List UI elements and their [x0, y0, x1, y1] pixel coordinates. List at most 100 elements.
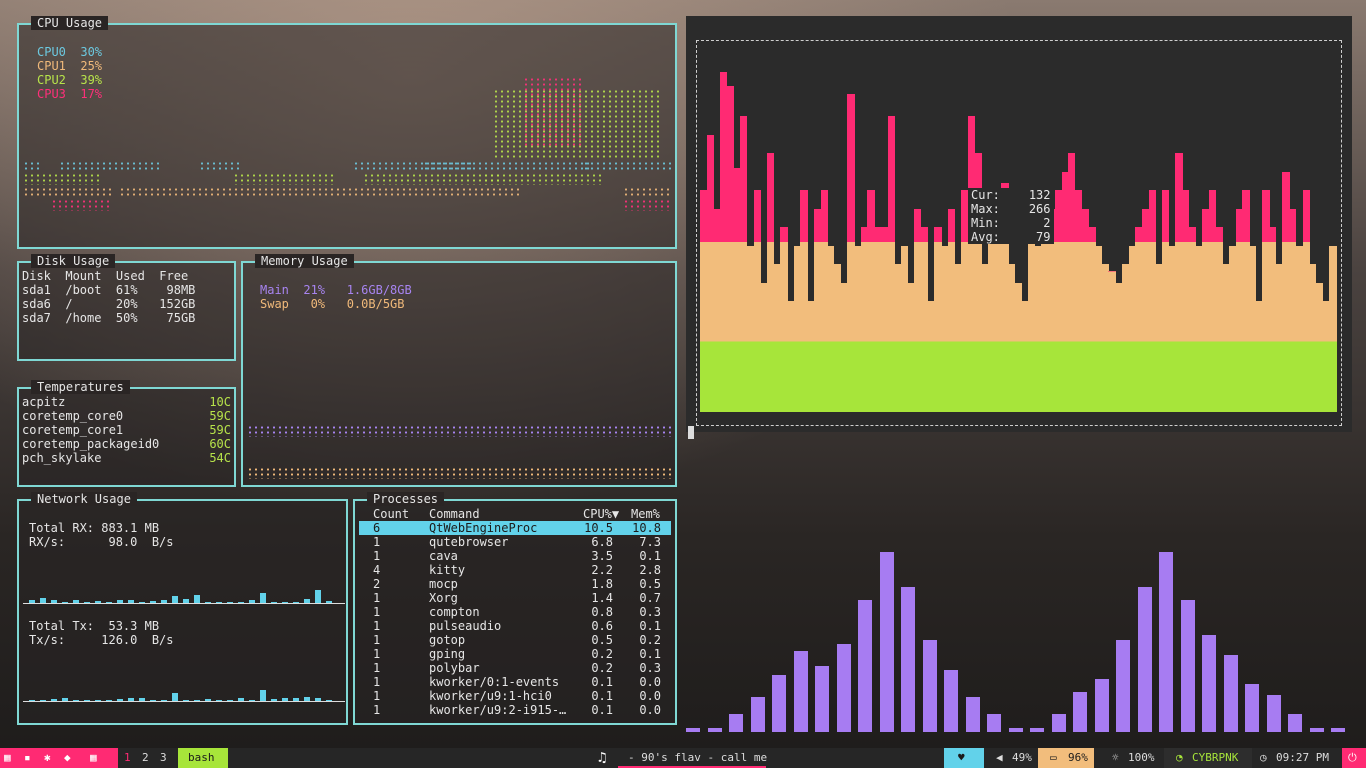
process-count: 6: [373, 521, 381, 535]
process-mem: 0.2: [639, 633, 661, 647]
cava-bar: [1180, 600, 1195, 732]
bluetooth-icon[interactable]: ✱: [44, 748, 51, 768]
process-mem: 0.3: [639, 605, 661, 619]
cpu-panel-title: CPU Usage: [31, 16, 109, 30]
memory-swap: Swap 0% 0.0B/5GB: [260, 297, 405, 311]
process-count: 2: [373, 577, 381, 591]
header-cpu[interactable]: CPU%▼: [583, 507, 619, 521]
spark-bar: [216, 602, 222, 603]
spark-bar: [150, 600, 156, 603]
cpu-histogram-panel: Cur: 132 Max: 266 Min: 2 Avg: 79: [686, 16, 1352, 439]
grid-icon[interactable]: ▦: [4, 748, 11, 768]
process-command: pulseaudio: [429, 619, 502, 633]
spark-bar: [51, 599, 57, 603]
process-row[interactable]: 1 gotop 0.5 0.2: [359, 633, 671, 647]
process-mem: 10.8: [632, 521, 661, 535]
temperature-value: 54C: [209, 451, 231, 465]
workspace-1[interactable]: 1: [124, 748, 131, 768]
cpu-panel: CPU Usage CPU0 30% CPU1 25% CPU2 39% CPU…: [17, 16, 677, 249]
process-command: kworker/0:1-events: [429, 675, 560, 689]
spark-bar: [249, 700, 255, 701]
brightness-icon[interactable]: ☼: [1112, 748, 1119, 768]
spark-bar: [139, 698, 145, 701]
spark-bar: [304, 696, 310, 701]
memory-panel-title: Memory Usage: [255, 254, 354, 268]
process-row[interactable]: 1 kworker/0:1-events 0.1 0.0: [359, 675, 671, 689]
temperature-sensor: coretemp_core0: [22, 409, 124, 423]
cava-bar: [1008, 727, 1023, 732]
process-row[interactable]: 1 gping 0.2 0.1: [359, 647, 671, 661]
header-command[interactable]: Command: [429, 507, 480, 521]
temperature-value: 60C: [209, 437, 231, 451]
spark-bar: [161, 599, 167, 603]
process-count: 1: [373, 591, 381, 605]
volume-value[interactable]: 49%: [1012, 748, 1032, 768]
brightness-value[interactable]: 100%: [1128, 748, 1155, 768]
cava-bar: [686, 727, 700, 732]
process-row[interactable]: 1 pulseaudio 0.6 0.1: [359, 619, 671, 633]
workspace-2[interactable]: 2: [142, 748, 149, 768]
histogram-stats: Cur: 132 Max: 266 Min: 2 Avg: 79: [968, 188, 1054, 244]
process-row[interactable]: 1 kworker/u9:1-hci0 0.1 0.0: [359, 689, 671, 703]
cava-bar: [1331, 727, 1345, 732]
wifi-menu-icon[interactable]: ◆: [64, 748, 71, 768]
process-row[interactable]: 2 mocp 1.8 0.5: [359, 577, 671, 591]
process-cpu: 0.6: [591, 619, 613, 633]
spark-bar: [29, 700, 35, 701]
process-row[interactable]: 1 compton 0.8 0.3: [359, 605, 671, 619]
temperature-value: 10C: [209, 395, 231, 409]
process-cpu: 10.5: [584, 521, 613, 535]
header-count[interactable]: Count: [373, 507, 409, 521]
cpu1-label: CPU1 25%: [37, 59, 103, 73]
workspace-3[interactable]: 3: [160, 748, 167, 768]
spark-bar: [282, 698, 288, 701]
cava-bar: [729, 714, 743, 732]
process-cpu: 2.2: [591, 563, 613, 577]
process-row[interactable]: 1 kworker/u9:2-i915-… 0.1 0.0: [359, 703, 671, 717]
process-row[interactable]: 1 qutebrowser 6.8 7.3: [359, 535, 671, 549]
process-row[interactable]: 1 cava 3.5 0.1: [359, 549, 671, 563]
spark-bar: [172, 692, 178, 701]
process-command: Xorg: [429, 591, 458, 605]
spark-bar: [51, 698, 57, 701]
wifi-name[interactable]: CYBRPNK: [1192, 748, 1238, 768]
spark-bar: [260, 689, 266, 701]
process-mem: 0.1: [639, 647, 661, 661]
now-playing[interactable]: - 90's flav - call me: [628, 748, 767, 768]
cpu0-label: CPU0 30%: [37, 45, 103, 59]
spark-bar: [205, 601, 211, 603]
spark-bar: [271, 601, 277, 603]
temperature-row: acpitz 10C: [22, 395, 231, 409]
process-cpu: 3.5: [591, 549, 613, 563]
spark-bar: [73, 699, 79, 701]
process-mem: 0.7: [639, 591, 661, 605]
power-icon[interactable]: ⏻: [1348, 748, 1357, 768]
process-row[interactable]: 1 Xorg 1.4 0.7: [359, 591, 671, 605]
cpu-graph-segment: [23, 173, 103, 185]
spark-bar: [106, 601, 112, 603]
process-count: 1: [373, 675, 381, 689]
spark-bar: [40, 598, 46, 603]
cpu-graph-segment: [23, 187, 113, 197]
process-count: 1: [373, 661, 381, 675]
cava-bar: [1137, 586, 1152, 732]
temperature-sensor: coretemp_packageid0: [22, 437, 160, 451]
volume-icon[interactable]: ◀: [996, 748, 1003, 768]
rx-rate: RX/s: 98.0 B/s: [29, 535, 174, 549]
cpu-graph-segment: [199, 161, 239, 171]
apps-icon[interactable]: ▦: [90, 748, 97, 768]
spark-bar: [172, 596, 178, 603]
process-row[interactable]: 4 kitty 2.2 2.8: [359, 563, 671, 577]
chat-icon[interactable]: ▪: [24, 748, 31, 768]
spark-bar: [238, 698, 244, 701]
heart-icon[interactable]: ♥: [958, 748, 965, 768]
header-mem[interactable]: Mem%: [631, 507, 660, 521]
process-command: kitty: [429, 563, 466, 577]
process-cpu: 0.1: [591, 675, 613, 689]
cava-bar: [772, 674, 786, 732]
process-row[interactable]: 1 polybar 0.2 0.3: [359, 661, 671, 675]
temperature-sensor: acpitz: [22, 395, 66, 409]
process-mem: 0.5: [639, 577, 661, 591]
process-cpu: 6.8: [591, 535, 613, 549]
process-row[interactable]: 6 QtWebEngineProc 10.5 10.8: [359, 521, 671, 535]
